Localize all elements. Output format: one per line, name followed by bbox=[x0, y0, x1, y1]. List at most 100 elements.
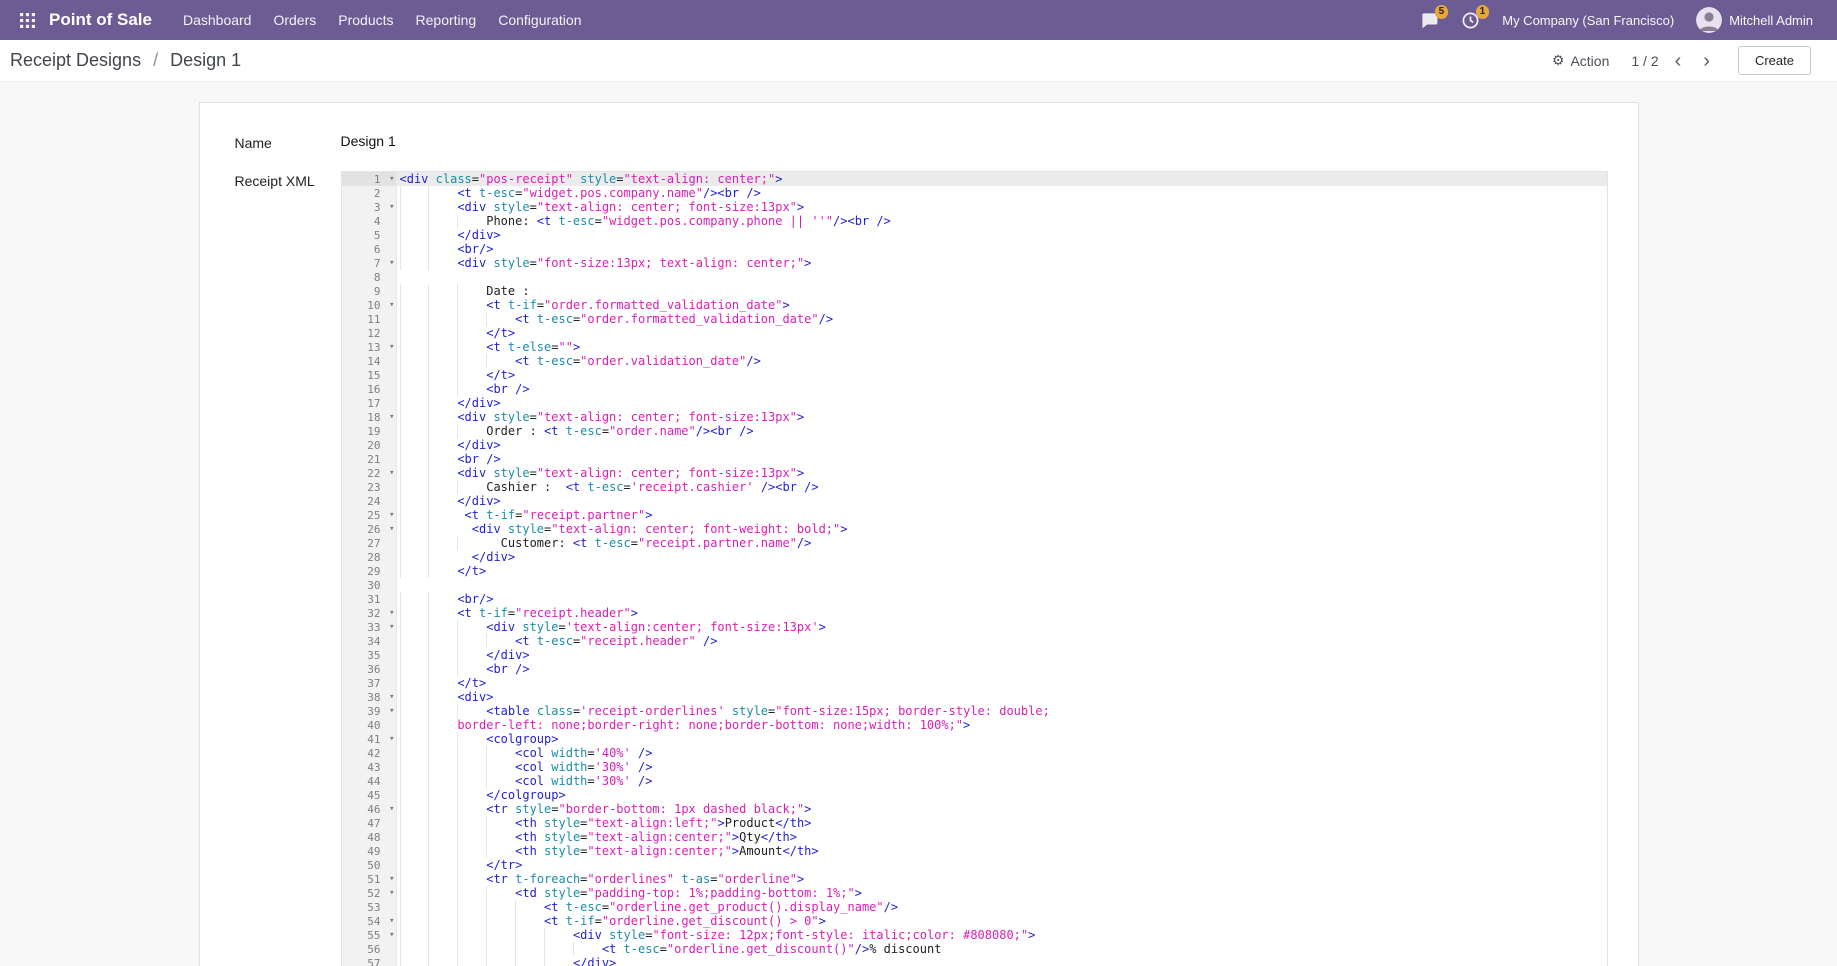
code-line[interactable]: </colgroup> bbox=[397, 788, 1607, 802]
fold-icon[interactable]: ▾ bbox=[389, 802, 394, 816]
action-menu-button[interactable]: ⚙ Action bbox=[1552, 52, 1609, 69]
code-line[interactable]: Customer: <t t-esc="receipt.partner.name… bbox=[397, 536, 1607, 550]
fold-icon[interactable]: ▾ bbox=[389, 522, 394, 536]
line-number[interactable]: 2 bbox=[342, 186, 397, 200]
line-number[interactable]: 22▾ bbox=[342, 466, 397, 480]
line-number[interactable]: 27 bbox=[342, 536, 397, 550]
line-number[interactable]: 38▾ bbox=[342, 690, 397, 704]
code-line[interactable]: Phone: <t t-esc="widget.pos.company.phon… bbox=[397, 214, 1607, 228]
pager-next-button[interactable]: › bbox=[1697, 52, 1716, 70]
code-line[interactable]: <br /> bbox=[397, 662, 1607, 676]
line-number[interactable]: 5 bbox=[342, 228, 397, 242]
line-number[interactable]: 17 bbox=[342, 396, 397, 410]
code-line[interactable]: <br/> bbox=[397, 592, 1607, 606]
fold-icon[interactable]: ▾ bbox=[389, 886, 394, 900]
code-line[interactable]: <tr t-foreach="orderlines" t-as="orderli… bbox=[397, 872, 1607, 886]
user-menu[interactable]: Mitchell Admin bbox=[1688, 1, 1821, 39]
fold-icon[interactable]: ▾ bbox=[389, 508, 394, 522]
code-line[interactable]: Cashier : <t t-esc='receipt.cashier' /><… bbox=[397, 480, 1607, 494]
line-number[interactable]: 9 bbox=[342, 284, 397, 298]
line-number[interactable]: 29 bbox=[342, 564, 397, 578]
fold-icon[interactable]: ▾ bbox=[389, 340, 394, 354]
code-line[interactable]: </div> bbox=[397, 396, 1607, 410]
fold-icon[interactable]: ▾ bbox=[389, 606, 394, 620]
fold-icon[interactable]: ▾ bbox=[389, 410, 394, 424]
line-number[interactable]: 36 bbox=[342, 662, 397, 676]
code-line[interactable] bbox=[397, 578, 1607, 592]
messages-button[interactable]: 5 bbox=[1412, 5, 1447, 36]
line-number[interactable]: 34 bbox=[342, 634, 397, 648]
apps-menu-button[interactable] bbox=[16, 9, 39, 32]
line-number[interactable]: 6 bbox=[342, 242, 397, 256]
code-line[interactable] bbox=[397, 270, 1607, 284]
fold-icon[interactable]: ▾ bbox=[389, 690, 394, 704]
fold-icon[interactable]: ▾ bbox=[389, 914, 394, 928]
code-line[interactable]: <br /> bbox=[397, 452, 1607, 466]
fold-icon[interactable]: ▾ bbox=[389, 928, 394, 942]
menu-reporting[interactable]: Reporting bbox=[405, 0, 488, 40]
code-line[interactable]: </div> bbox=[397, 438, 1607, 452]
line-number[interactable]: 12 bbox=[342, 326, 397, 340]
fold-icon[interactable]: ▾ bbox=[389, 298, 394, 312]
code-line[interactable]: </div> bbox=[397, 648, 1607, 662]
menu-dashboard[interactable]: Dashboard bbox=[172, 0, 263, 40]
code-line[interactable]: <br/> bbox=[397, 242, 1607, 256]
code-line[interactable]: <t t-if="orderline.get_discount() > 0"> bbox=[397, 914, 1607, 928]
code-line[interactable]: </div> bbox=[397, 494, 1607, 508]
code-line[interactable]: <t t-esc="orderline.get_discount()"/>% d… bbox=[397, 942, 1607, 956]
code-line[interactable]: </t> bbox=[397, 368, 1607, 382]
line-number[interactable]: 52▾ bbox=[342, 886, 397, 900]
code-line[interactable]: <div style="font-size: 12px;font-style: … bbox=[397, 928, 1607, 942]
line-number[interactable]: 10▾ bbox=[342, 298, 397, 312]
code-line[interactable]: </div> bbox=[397, 550, 1607, 564]
line-number[interactable]: 50 bbox=[342, 858, 397, 872]
code-line[interactable]: <t t-esc="order.formatted_validation_dat… bbox=[397, 312, 1607, 326]
fold-icon[interactable]: ▾ bbox=[389, 704, 394, 718]
code-line[interactable]: <t t-esc="orderline.get_product().displa… bbox=[397, 900, 1607, 914]
line-number[interactable]: 16 bbox=[342, 382, 397, 396]
line-number[interactable]: 3▾ bbox=[342, 200, 397, 214]
line-number[interactable]: 47 bbox=[342, 816, 397, 830]
pager-previous-button[interactable]: ‹ bbox=[1669, 52, 1688, 70]
menu-configuration[interactable]: Configuration bbox=[487, 0, 592, 40]
code-line[interactable]: </t> bbox=[397, 564, 1607, 578]
code-line[interactable]: </t> bbox=[397, 676, 1607, 690]
menu-orders[interactable]: Orders bbox=[262, 0, 327, 40]
code-line[interactable]: <t t-if="receipt.header"> bbox=[397, 606, 1607, 620]
line-number[interactable]: 30 bbox=[342, 578, 397, 592]
code-line[interactable]: <td style="padding-top: 1%;padding-botto… bbox=[397, 886, 1607, 900]
line-number[interactable]: 32▾ bbox=[342, 606, 397, 620]
code-line[interactable]: border-left: none;border-right: none;bor… bbox=[397, 718, 1607, 732]
line-number[interactable]: 26▾ bbox=[342, 522, 397, 536]
line-number[interactable]: 33▾ bbox=[342, 620, 397, 634]
line-number[interactable]: 35 bbox=[342, 648, 397, 662]
line-number[interactable]: 55▾ bbox=[342, 928, 397, 942]
line-number[interactable]: 43 bbox=[342, 760, 397, 774]
line-number[interactable]: 41▾ bbox=[342, 732, 397, 746]
code-editor[interactable]: 1▾<div class="pos-receipt" style="text-a… bbox=[341, 171, 1608, 966]
code-line[interactable]: <table class='receipt-orderlines' style=… bbox=[397, 704, 1607, 718]
activities-button[interactable]: 1 bbox=[1453, 5, 1488, 36]
code-line[interactable]: <div style="font-size:13px; text-align: … bbox=[397, 256, 1607, 270]
breadcrumb-parent[interactable]: Receipt Designs bbox=[10, 50, 141, 70]
line-number[interactable]: 1▾ bbox=[342, 172, 397, 186]
menu-products[interactable]: Products bbox=[327, 0, 404, 40]
fold-icon[interactable]: ▾ bbox=[389, 732, 394, 746]
line-number[interactable]: 19 bbox=[342, 424, 397, 438]
code-line[interactable]: <div> bbox=[397, 690, 1607, 704]
code-line[interactable]: <t t-if="receipt.partner"> bbox=[397, 508, 1607, 522]
line-number[interactable]: 39▾ bbox=[342, 704, 397, 718]
code-line[interactable]: <th style="text-align:left;">Product</th… bbox=[397, 816, 1607, 830]
code-line[interactable]: </div> bbox=[397, 956, 1607, 966]
fold-icon[interactable]: ▾ bbox=[389, 620, 394, 634]
line-number[interactable]: 13▾ bbox=[342, 340, 397, 354]
fold-icon[interactable]: ▾ bbox=[389, 466, 394, 480]
app-name[interactable]: Point of Sale bbox=[49, 10, 152, 30]
code-line[interactable]: <div style='text-align:center; font-size… bbox=[397, 620, 1607, 634]
code-line[interactable]: <div class="pos-receipt" style="text-ali… bbox=[397, 172, 1607, 186]
line-number[interactable]: 40 bbox=[342, 718, 397, 732]
code-line[interactable]: <col width='30%' /> bbox=[397, 760, 1607, 774]
line-number[interactable]: 54▾ bbox=[342, 914, 397, 928]
line-number[interactable]: 42 bbox=[342, 746, 397, 760]
code-line[interactable]: <tr style="border-bottom: 1px dashed bla… bbox=[397, 802, 1607, 816]
